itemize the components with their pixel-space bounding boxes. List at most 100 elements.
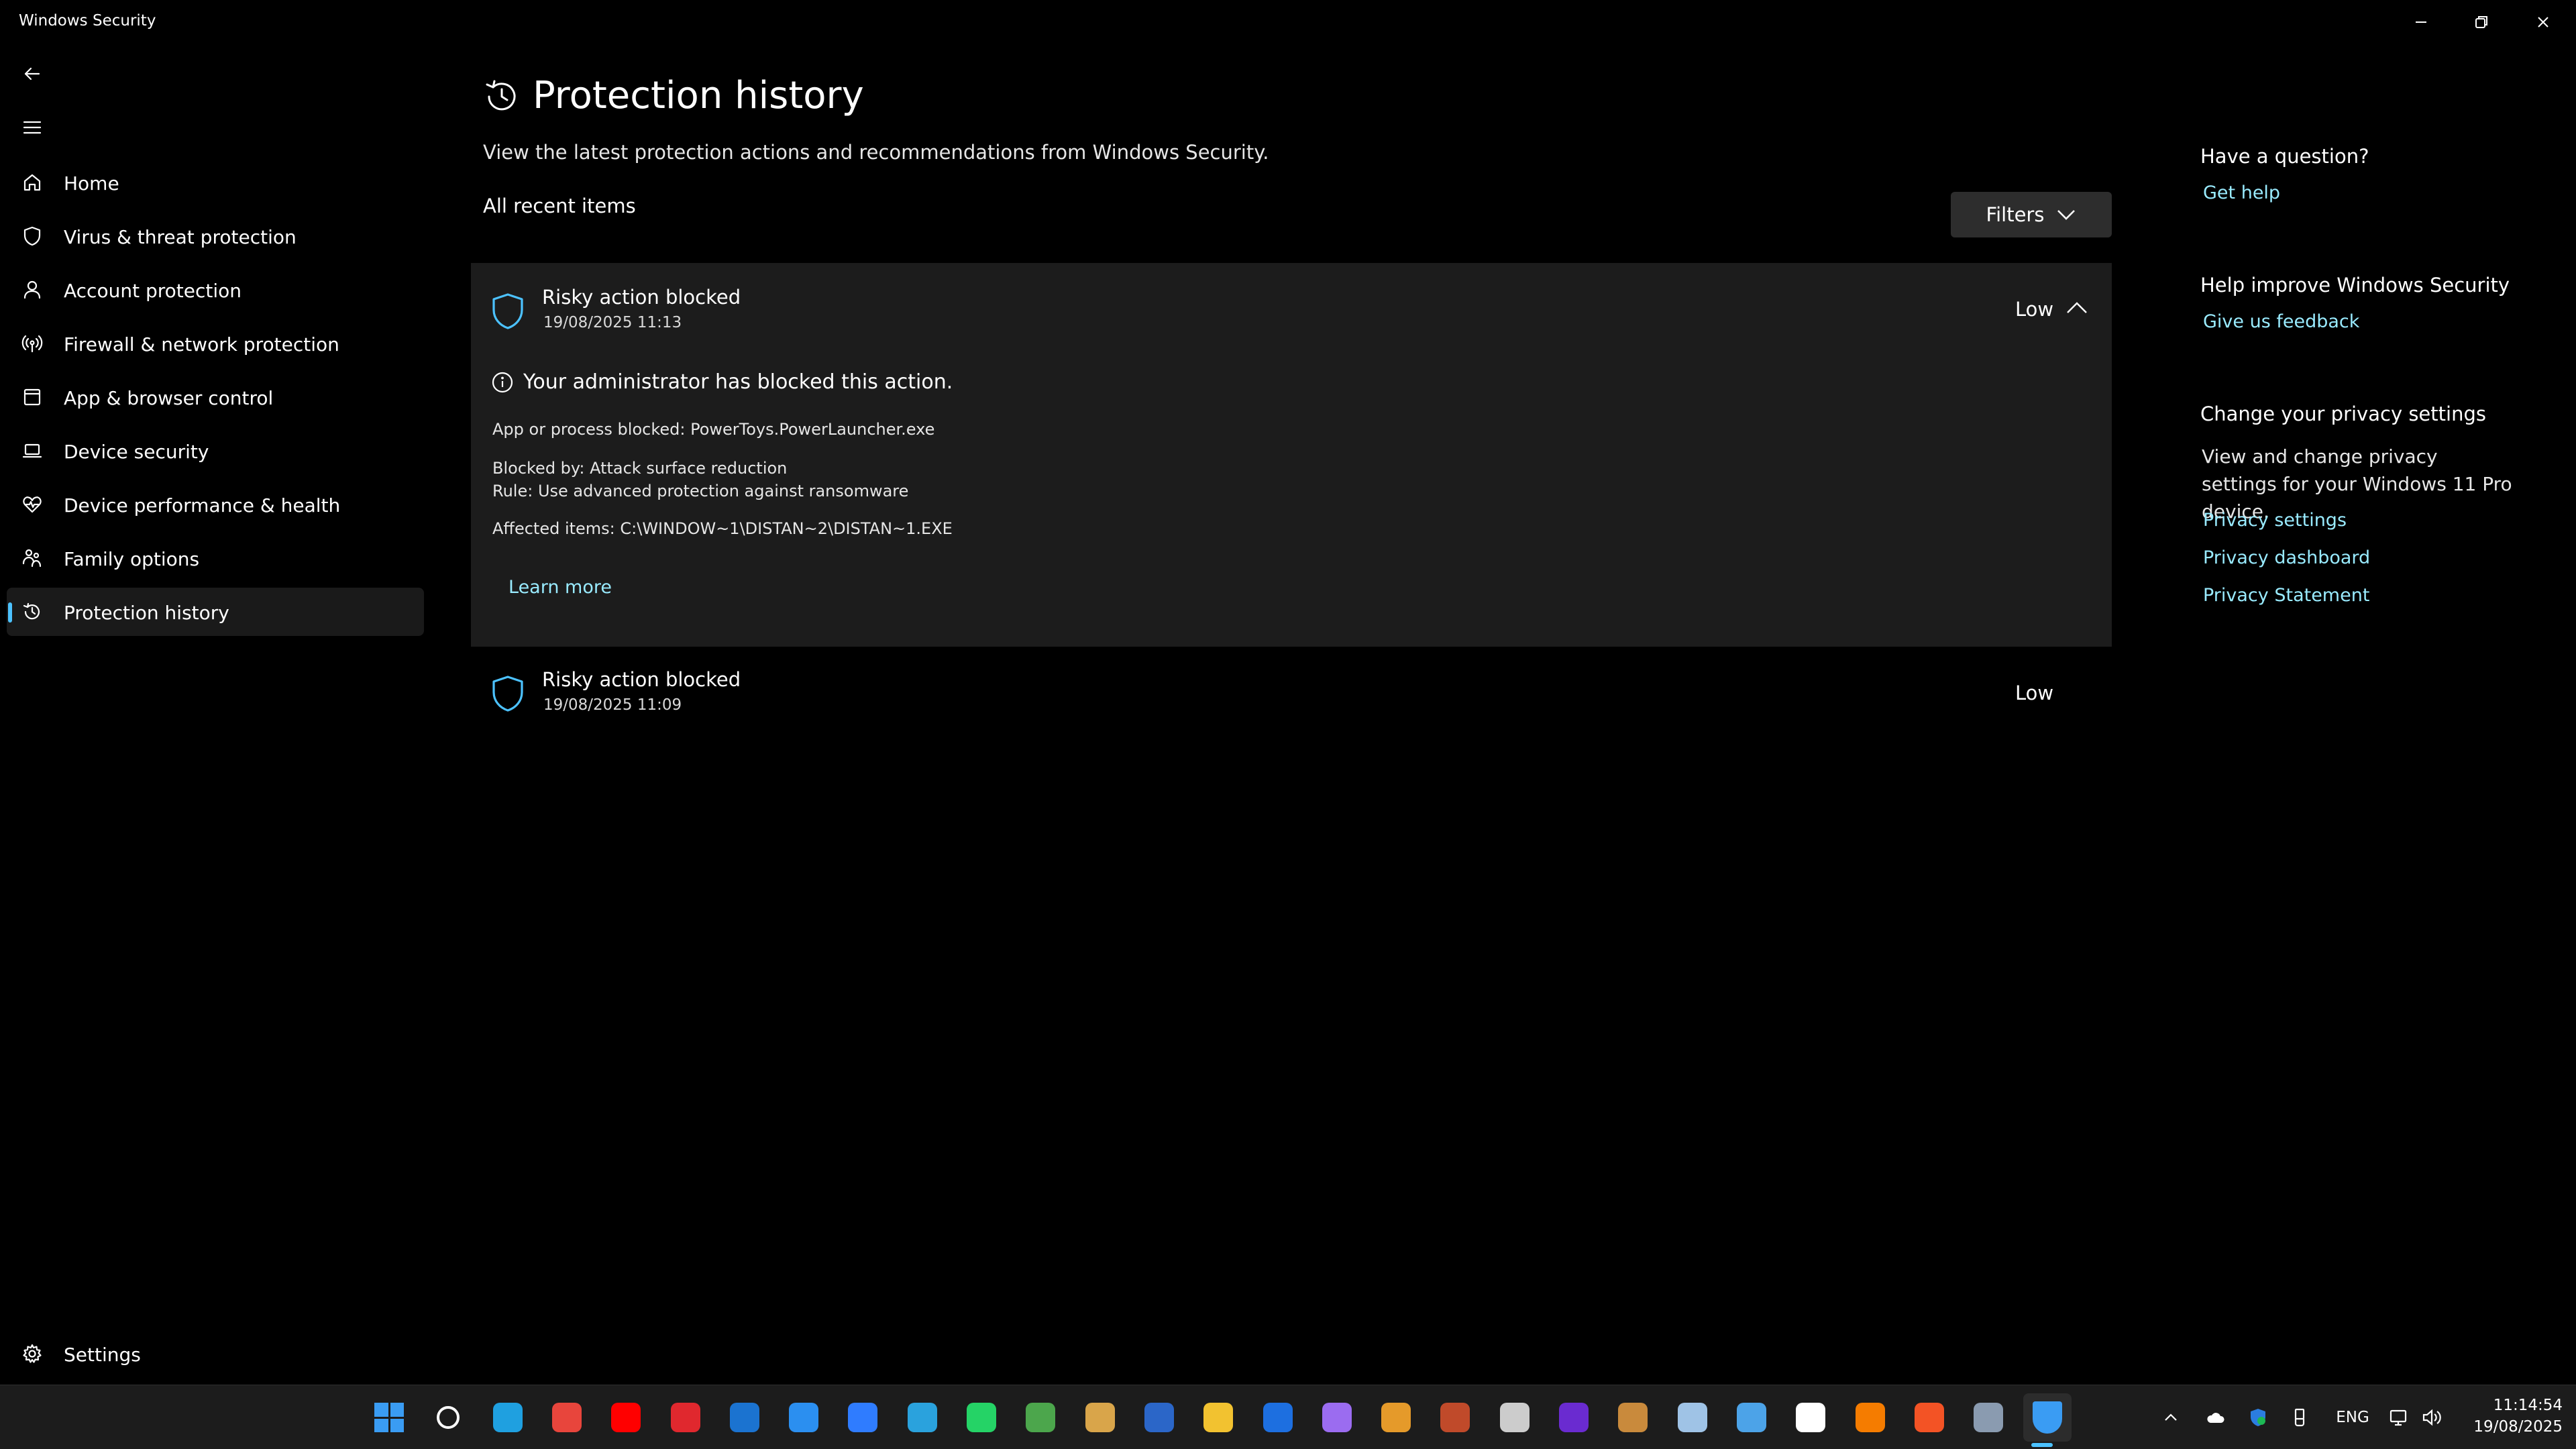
youtube-icon[interactable] [610, 1401, 642, 1434]
severity-label: Low [2015, 298, 2054, 321]
sidebar-item-app-browser[interactable]: App & browser control [7, 373, 424, 421]
app-blue-square-icon[interactable] [1262, 1401, 1294, 1434]
close-button[interactable] [2513, 5, 2573, 39]
home-icon [19, 169, 46, 196]
app-blue-a-icon-glyph [789, 1403, 819, 1432]
app-v-icon[interactable] [1794, 1401, 1827, 1434]
sidebar-item-protection-history[interactable]: Protection history [7, 588, 424, 636]
minimize-icon [2416, 21, 2426, 23]
app-check-icon[interactable] [1380, 1401, 1412, 1434]
app-folder-icon[interactable] [1084, 1401, 1116, 1434]
app-film-icon[interactable] [1499, 1401, 1531, 1434]
volume-icon[interactable] [2418, 1401, 2445, 1434]
onedrive-icon[interactable] [2200, 1401, 2230, 1434]
app-purple-icon[interactable] [1558, 1401, 1590, 1434]
sidebar-item-device-performance[interactable]: Device performance & health [7, 480, 424, 529]
store-icon-glyph [1914, 1403, 1944, 1432]
sidebar-item-label: Protection history [64, 602, 229, 624]
language-indicator[interactable]: ENG [2329, 1401, 2376, 1434]
filters-button[interactable]: Filters [1951, 192, 2112, 237]
item-title: Risky action blocked [542, 668, 741, 691]
chevron-up-icon [2067, 302, 2087, 313]
edge-icon[interactable] [492, 1401, 524, 1434]
improve-heading: Help improve Windows Security [2200, 274, 2510, 297]
app-search-orange-icon[interactable] [1854, 1401, 1886, 1434]
sidebar-item-account[interactable]: Account protection [7, 266, 424, 314]
shield-icon [491, 292, 525, 330]
network-icon[interactable] [2384, 1401, 2414, 1434]
tray-overflow-button[interactable] [2157, 1401, 2184, 1434]
family-icon [19, 545, 46, 572]
feedback-link[interactable]: Give us feedback [2203, 311, 2359, 332]
start-tile [374, 1418, 388, 1432]
sidebar-item-family[interactable]: Family options [7, 534, 424, 582]
filters-label: Filters [1986, 203, 2045, 226]
collapse-button[interactable] [2065, 299, 2089, 317]
info-icon [492, 372, 513, 392]
app-books-icon[interactable] [1617, 1401, 1649, 1434]
laptop-icon [19, 437, 46, 464]
app-folder-icon-glyph [1085, 1403, 1115, 1432]
title-bar: Windows Security [0, 0, 2576, 44]
sidebar-item-home[interactable]: Home [7, 158, 424, 207]
privacy-dashboard-link[interactable]: Privacy dashboard [2203, 547, 2370, 568]
chrome-icon[interactable] [551, 1401, 583, 1434]
app-window-icon [19, 384, 46, 411]
history-item-collapsed[interactable]: Risky action blocked 19/08/2025 11:09 Lo… [471, 647, 2112, 734]
back-button[interactable] [19, 60, 46, 87]
page-title: Protection history [533, 74, 864, 117]
file-explorer-icon[interactable] [1202, 1401, 1234, 1434]
app-search-orange-icon-glyph [1855, 1403, 1885, 1432]
sidebar-item-device-security[interactable]: Device security [7, 427, 424, 475]
start-tile [390, 1403, 404, 1417]
file-explorer-icon-glyph [1203, 1403, 1234, 1432]
defender-tray-icon[interactable] [2243, 1401, 2273, 1434]
sidebar-item-firewall[interactable]: Firewall & network protection [7, 319, 424, 368]
word-icon[interactable] [1143, 1401, 1175, 1434]
page-subtitle: View the latest protection actions and r… [483, 141, 1269, 164]
history-item-expanded[interactable]: Risky action blocked 19/08/2025 11:13 Lo… [471, 263, 2112, 647]
app-fruit-icon[interactable] [1439, 1401, 1471, 1434]
close-icon [2538, 17, 2548, 28]
sidebar-item-label: Device security [64, 441, 209, 463]
item-date: 19/08/2025 11:13 [543, 314, 682, 331]
media-player-icon[interactable] [1321, 1401, 1353, 1434]
app-red-icon[interactable] [669, 1401, 702, 1434]
restore-icon [2475, 16, 2487, 28]
start-icon[interactable] [373, 1401, 405, 1434]
store-icon[interactable] [1913, 1401, 1945, 1434]
privacy-statement-link[interactable]: Privacy Statement [2203, 585, 2369, 606]
gear-icon [19, 1340, 46, 1367]
sidebar-item-virus-threat[interactable]: Virus & threat protection [7, 212, 424, 260]
menu-button[interactable] [19, 114, 46, 141]
chevron-down-icon [2057, 210, 2076, 220]
sidebar-item-label: Virus & threat protection [64, 226, 297, 248]
restore-button[interactable] [2451, 5, 2512, 39]
app-green-icon[interactable] [1024, 1401, 1057, 1434]
minimize-button[interactable] [2391, 5, 2451, 39]
app-purple-icon-glyph [1559, 1403, 1589, 1432]
back-arrow-icon [24, 67, 40, 80]
telegram-icon[interactable] [906, 1401, 938, 1434]
learn-more-link[interactable]: Learn more [508, 577, 612, 598]
app-blue-a-icon[interactable] [788, 1401, 820, 1434]
sidebar-item-label: Device performance & health [64, 494, 341, 517]
windows-security-icon[interactable] [2023, 1393, 2072, 1442]
privacy-settings-link[interactable]: Privacy settings [2203, 510, 2347, 531]
affected-items-text: Affected items: C:\WINDOW~1\DISTAN~2\DIS… [492, 519, 953, 538]
settings-gear-icon[interactable] [1972, 1401, 2004, 1434]
messenger-icon-glyph [848, 1403, 878, 1432]
app-remote-icon[interactable] [1735, 1401, 1768, 1434]
get-help-link[interactable]: Get help [2203, 182, 2280, 203]
taskbar-clock[interactable]: 11:14:54 19/08/2025 [2442, 1395, 2563, 1438]
sidebar-item-settings[interactable]: Settings [7, 1330, 424, 1378]
messenger-icon[interactable] [847, 1401, 879, 1434]
steam-icon[interactable] [1676, 1401, 1709, 1434]
sidebar-item-label: Home [64, 172, 119, 195]
clock-date: 19/08/2025 [2473, 1418, 2563, 1436]
outlook-icon[interactable] [729, 1401, 761, 1434]
search-icon[interactable] [432, 1401, 464, 1434]
item-title: Risky action blocked [542, 286, 741, 309]
usb-icon[interactable] [2285, 1401, 2314, 1434]
whatsapp-icon[interactable] [965, 1401, 998, 1434]
